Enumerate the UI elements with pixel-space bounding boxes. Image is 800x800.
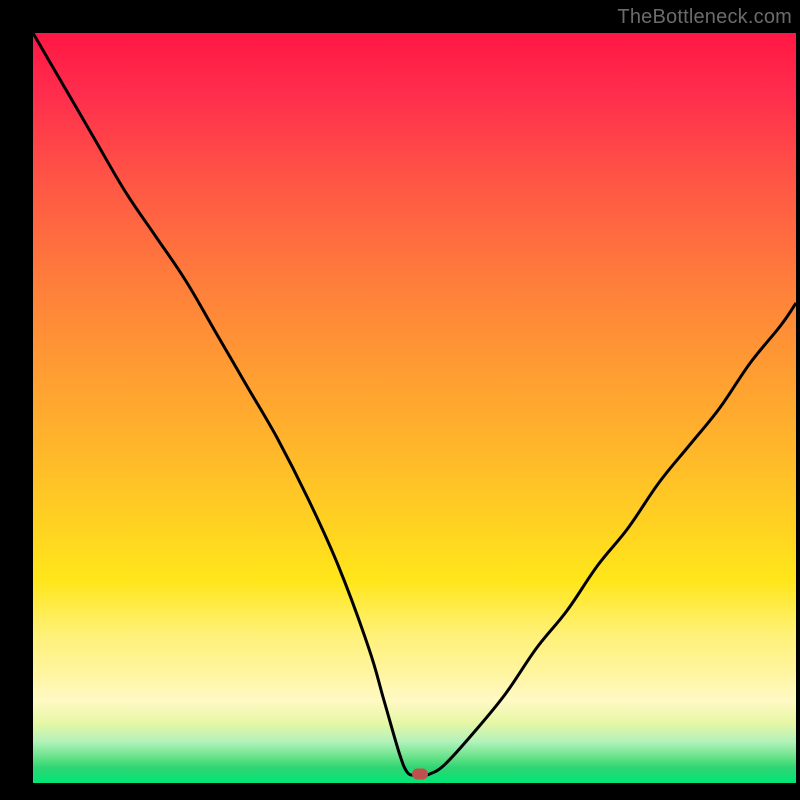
watermark-text: TheBottleneck.com (617, 6, 792, 29)
bottleneck-curve (33, 33, 796, 776)
plot-area (33, 33, 796, 783)
chart-frame: TheBottleneck.com (0, 0, 800, 800)
optimal-marker (412, 769, 428, 780)
curve-svg (33, 33, 796, 783)
